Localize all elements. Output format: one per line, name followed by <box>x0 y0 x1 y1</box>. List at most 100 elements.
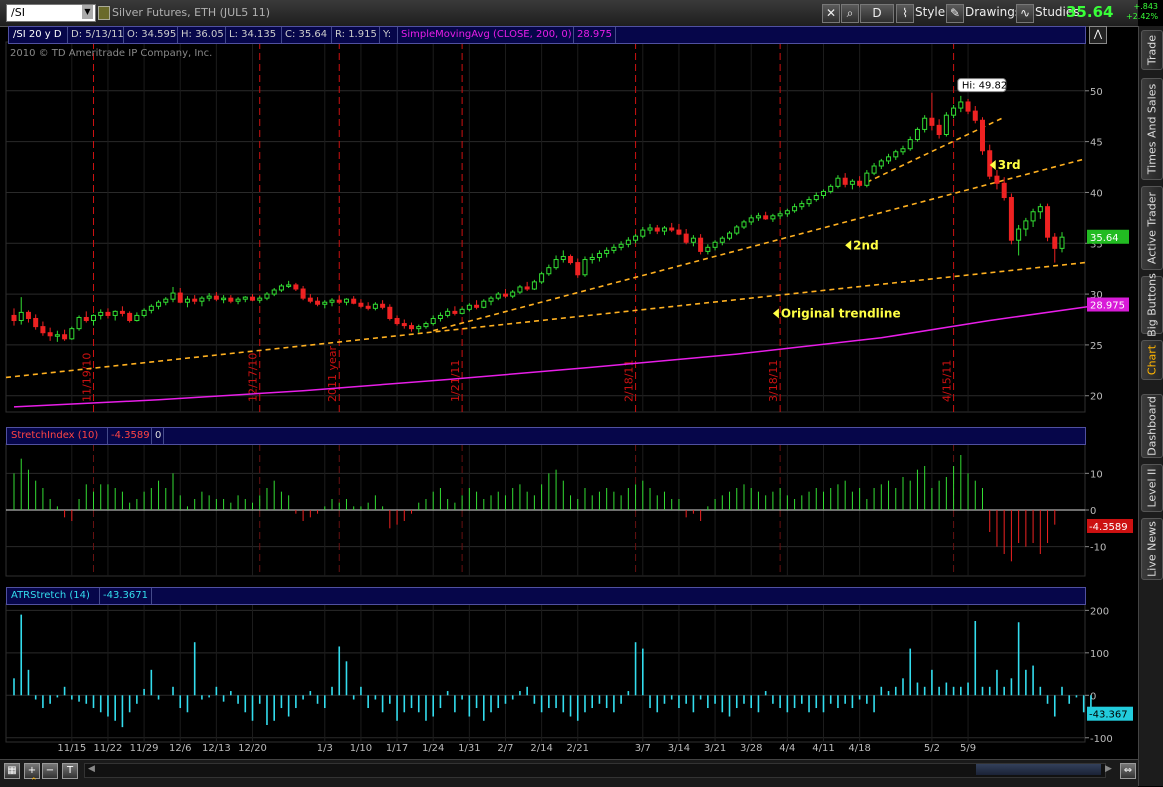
x-tick-label: 11/15 <box>57 743 86 754</box>
text-tool-icon[interactable]: T <box>62 763 78 779</box>
candle-body <box>18 311 24 322</box>
open-readout: O: 34.595 <box>123 27 178 43</box>
panel-frame-0 <box>5 41 1086 413</box>
trendline <box>432 158 1086 332</box>
y-tick-label: 0 <box>1090 506 1096 517</box>
studies-icon[interactable]: ∿ <box>1016 4 1034 23</box>
x-tick-label: 4/11 <box>812 743 834 754</box>
candle-body <box>33 317 39 328</box>
candle-body <box>423 323 429 328</box>
candle-body <box>582 259 588 276</box>
atr-value: -43.3671 <box>99 588 152 604</box>
candle-body <box>886 156 892 162</box>
grid-icon[interactable]: ▦ <box>4 763 20 779</box>
candle-body <box>857 180 863 186</box>
chart-style-icon[interactable]: ⌇ <box>896 4 914 23</box>
tab-active-trader[interactable]: Active Trader <box>1141 186 1163 270</box>
stretch-study-label[interactable]: StretchIndex (10) <box>7 428 108 444</box>
style-button[interactable]: Style <box>915 4 945 21</box>
sma-value: 28.975 <box>573 27 616 43</box>
tab-chart[interactable]: Chart <box>1141 340 1163 380</box>
close-readout: C: 35.64 <box>281 27 332 43</box>
tab-big-buttons[interactable]: Big Buttons <box>1141 273 1163 337</box>
price-bubble-label: 28.975 <box>1090 301 1125 312</box>
last-price: 35.64 <box>1066 3 1114 21</box>
candle-body <box>148 305 154 311</box>
candle-body <box>271 289 277 295</box>
right-sidebar: Trade Times And Sales Active Trader Big … <box>1138 26 1163 786</box>
candle-body <box>300 288 306 299</box>
chart-area[interactable]: 20253035404550-10010-100010020011/19/10 1… <box>0 26 1138 759</box>
y-tick-label: 10 <box>1090 469 1103 480</box>
y-tick-label: -100 <box>1090 734 1113 745</box>
zoom-icon[interactable]: ⌕ <box>841 4 859 23</box>
expand-icon[interactable]: ⇔ <box>1120 763 1136 779</box>
candle-body <box>943 114 949 135</box>
y-tick-label: 200 <box>1090 606 1109 617</box>
tab-level-ii[interactable]: Level II <box>1141 464 1163 512</box>
tab-times-and-sales[interactable]: Times And Sales <box>1141 78 1163 180</box>
panel-frame-2 <box>5 603 1086 743</box>
scrollbar-thumb[interactable] <box>976 764 1101 775</box>
candle-body <box>611 246 617 251</box>
candle-body <box>676 229 682 235</box>
candle-body <box>842 177 848 185</box>
candle-body <box>517 286 523 293</box>
y-tick-label: -10 <box>1090 543 1106 554</box>
annotation-label: Original trendline <box>781 306 901 320</box>
candle-body <box>264 293 270 299</box>
candle-body <box>661 227 667 232</box>
x-tick-label: 2/21 <box>567 743 589 754</box>
candle-body <box>618 243 624 248</box>
candle-body <box>192 298 198 302</box>
symbol-dropdown-icon[interactable]: ▼ <box>82 5 93 19</box>
candle-body <box>792 206 798 212</box>
candle-body <box>633 235 639 241</box>
symbol-period[interactable]: /SI 20 y D <box>9 27 68 43</box>
candle-body <box>199 297 205 302</box>
candle-body <box>539 273 545 283</box>
scroll-right-icon[interactable]: ▶ <box>1105 764 1112 774</box>
low-readout: L: 34.135 <box>225 27 282 43</box>
candle-body <box>979 119 985 152</box>
candle-body <box>177 292 183 303</box>
atr-bubble-label: -43.367 <box>1089 710 1128 721</box>
candle-body <box>604 249 610 254</box>
candle-body <box>893 151 899 158</box>
candle-body <box>510 291 516 297</box>
net-change: +.843 <box>1133 2 1158 11</box>
sma-study-label[interactable]: SimpleMovingAvg (CLOSE, 200, 0) <box>397 27 574 43</box>
candle-body <box>1059 236 1065 249</box>
tab-trade-label: Trade <box>1145 34 1159 66</box>
tab-dashboard[interactable]: Dashboard <box>1141 394 1163 458</box>
drawings-button[interactable]: Drawings <box>965 4 1021 21</box>
y-tick-label: 25 <box>1090 341 1103 352</box>
candle-body <box>83 316 89 322</box>
symbol-link-icon[interactable] <box>98 6 110 20</box>
time-scrollbar[interactable] <box>84 763 1106 778</box>
tab-dashboard-label: Dashboard <box>1145 396 1159 456</box>
tab-live-news[interactable]: Live News <box>1141 518 1163 580</box>
candle-body <box>849 180 855 185</box>
candle-body <box>329 299 335 303</box>
candle-body <box>221 297 227 301</box>
candle-body <box>242 296 248 300</box>
candle-body <box>777 213 783 217</box>
zoom-out-icon[interactable]: − <box>42 763 58 779</box>
drawings-icon[interactable]: ✎ <box>946 4 964 23</box>
atr-study-label[interactable]: ATRStretch (14) <box>7 588 100 604</box>
range-readout: R: 1.915 <box>331 27 380 43</box>
x-tick-label: 2/7 <box>497 743 513 754</box>
x-tick-label: 5/9 <box>960 743 976 754</box>
scroll-left-icon[interactable]: ◀ <box>88 764 95 774</box>
aggregation-button[interactable]: D <box>860 4 894 23</box>
x-tick-label: 1/10 <box>350 743 372 754</box>
candle-body <box>647 227 653 231</box>
x-tick-label: 1/17 <box>386 743 408 754</box>
candle-body <box>929 117 935 126</box>
crosshair-icon[interactable]: ✕ <box>822 4 840 23</box>
candle-body <box>401 323 407 327</box>
tab-trade[interactable]: Trade <box>1141 30 1163 70</box>
chart-settings-icon[interactable]: ⋀ <box>1089 26 1107 44</box>
x-tick-label: 12/20 <box>238 743 267 754</box>
